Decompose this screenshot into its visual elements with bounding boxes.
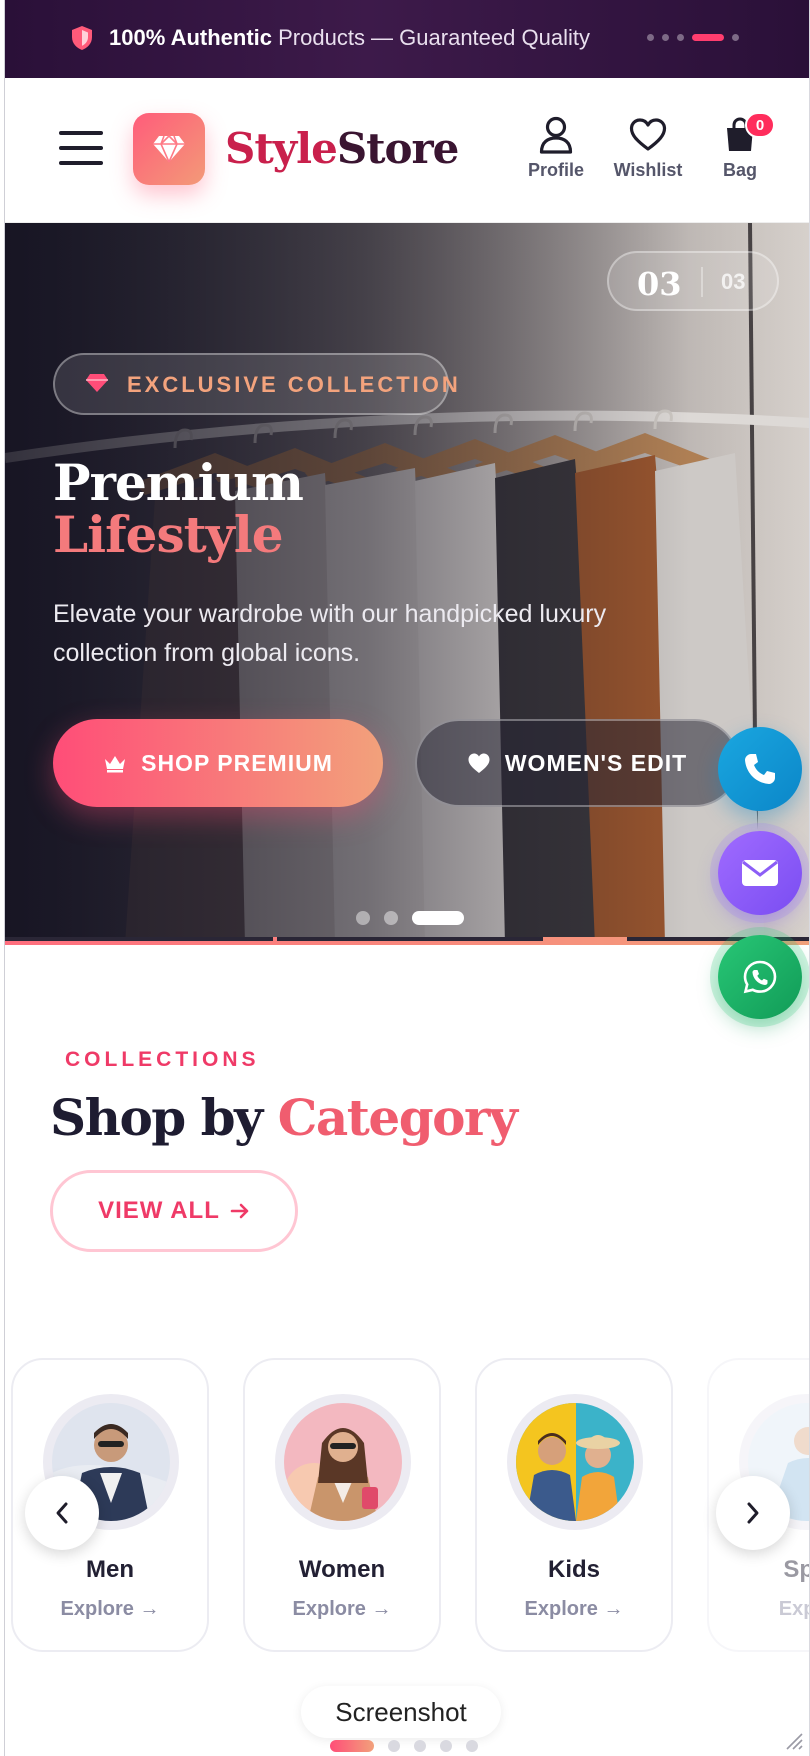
category-name: Kids bbox=[547, 1556, 600, 1583]
shop-premium-label: SHOP PREMIUM bbox=[141, 749, 333, 776]
view-all-label: VIEW ALL bbox=[98, 1197, 220, 1224]
category-explore-link[interactable]: Explore → bbox=[477, 1598, 671, 1621]
announcement-dot[interactable] bbox=[662, 34, 669, 41]
category-name: Spo bbox=[783, 1556, 809, 1583]
announcement-dot-active[interactable] bbox=[692, 34, 724, 41]
user-icon bbox=[539, 116, 573, 154]
wishlist-label: Wishlist bbox=[613, 160, 683, 180]
page-dot[interactable] bbox=[414, 1740, 426, 1752]
announcement-rest: Products — Guaranteed Quality bbox=[272, 25, 590, 50]
slide-counter-current: 03 bbox=[637, 265, 682, 303]
bag-label: Bag bbox=[722, 160, 757, 180]
profile-label: Profile bbox=[527, 160, 584, 180]
announcement-dot[interactable] bbox=[732, 34, 739, 41]
category-image-ring bbox=[275, 1394, 411, 1530]
whatsapp-icon bbox=[743, 960, 777, 994]
logo-mark[interactable] bbox=[133, 113, 205, 185]
phone-icon bbox=[745, 754, 775, 784]
category-card-kids[interactable]: Kids Explore → bbox=[475, 1358, 673, 1652]
carousel-next-button[interactable] bbox=[716, 1476, 790, 1550]
whatsapp-button[interactable] bbox=[718, 935, 802, 1019]
hero-carousel: 03 03 EXCLUSIVE COLLECTION Premium Lifes… bbox=[5, 223, 809, 945]
chevron-right-icon bbox=[747, 1502, 759, 1524]
category-image-kids bbox=[516, 1403, 634, 1521]
section-title-dark: Shop by bbox=[50, 1088, 278, 1147]
hero-title-line1: Premium bbox=[53, 453, 304, 512]
hero-overlay bbox=[5, 223, 809, 945]
email-button[interactable] bbox=[718, 831, 802, 915]
brand-name-part1: Style bbox=[225, 124, 338, 173]
category-image-ring bbox=[507, 1394, 643, 1530]
category-carousel: Men Explore → Women Explore → Kids Explo… bbox=[5, 1358, 809, 1652]
announcement-strong: 100% Authentic bbox=[109, 25, 273, 50]
bag-button[interactable]: Bag 0 bbox=[695, 112, 785, 184]
mail-icon bbox=[742, 860, 778, 886]
brand-name[interactable]: StyleStore bbox=[225, 124, 460, 173]
chevron-left-icon bbox=[56, 1502, 68, 1524]
page-dot[interactable] bbox=[440, 1740, 452, 1752]
bottom-page-dots bbox=[330, 1740, 478, 1752]
heart-icon bbox=[629, 118, 667, 151]
announcement-dot[interactable] bbox=[647, 34, 654, 41]
announcement-dot[interactable] bbox=[677, 34, 684, 41]
category-name: Men bbox=[86, 1556, 134, 1583]
category-explore-link[interactable]: Explore → bbox=[245, 1598, 439, 1621]
section-title: Shop by Category bbox=[50, 1088, 518, 1147]
announcement-bar: 100% Authentic Products — Guaranteed Qua… bbox=[5, 0, 809, 78]
bag-count-badge: 0 bbox=[745, 112, 775, 138]
call-button[interactable] bbox=[718, 727, 802, 811]
hero-title-line2: Lifestyle bbox=[53, 505, 284, 564]
heart-icon bbox=[468, 753, 490, 773]
view-all-button[interactable]: VIEW ALL bbox=[50, 1170, 298, 1252]
collections-eyebrow: COLLECTIONS bbox=[65, 1048, 260, 1071]
carousel-prev-button[interactable] bbox=[25, 1476, 99, 1550]
resize-grip-icon[interactable] bbox=[781, 1728, 803, 1750]
category-card-women[interactable]: Women Explore → bbox=[243, 1358, 441, 1652]
shield-icon bbox=[72, 26, 92, 50]
slide-counter: 03 03 bbox=[607, 251, 779, 311]
hero-dot[interactable] bbox=[384, 911, 398, 925]
profile-button[interactable]: Profile bbox=[511, 114, 601, 184]
hero-progress-bar bbox=[5, 937, 809, 945]
category-name: Women bbox=[298, 1556, 386, 1583]
hero-dot[interactable] bbox=[356, 911, 370, 925]
category-explore-link[interactable]: Explore → bbox=[13, 1598, 207, 1621]
screenshot-button[interactable]: Screenshot bbox=[301, 1686, 501, 1738]
wishlist-button[interactable]: Wishlist bbox=[603, 114, 693, 184]
page-frame: 100% Authentic Products — Guaranteed Qua… bbox=[5, 0, 810, 1756]
announcement-text: 100% Authentic Products — Guaranteed Qua… bbox=[109, 25, 590, 51]
hero-badge-label: EXCLUSIVE COLLECTION bbox=[127, 372, 461, 397]
brand-name-part2: Store bbox=[336, 124, 460, 173]
diamond-icon bbox=[153, 135, 185, 163]
womens-edit-label: WOMEN'S EDIT bbox=[504, 749, 688, 776]
hero-badge: EXCLUSIVE COLLECTION bbox=[53, 353, 458, 415]
hero-slide-dots bbox=[356, 911, 464, 925]
womens-edit-button[interactable]: WOMEN'S EDIT bbox=[415, 719, 739, 807]
arrow-right-icon bbox=[230, 1203, 249, 1219]
crown-icon bbox=[105, 756, 126, 773]
announcement-dots bbox=[647, 34, 739, 41]
shop-premium-button[interactable]: SHOP PREMIUM bbox=[53, 719, 383, 807]
menu-icon[interactable] bbox=[59, 131, 103, 165]
hero-dot-active[interactable] bbox=[412, 911, 464, 925]
site-header: StyleStore Profile Wishlist Bag 0 bbox=[5, 78, 809, 223]
category-image-women bbox=[284, 1403, 402, 1521]
diamond-icon bbox=[86, 374, 108, 392]
hero-subtitle: Elevate your wardrobe with our handpicke… bbox=[53, 600, 607, 667]
section-title-accent: Category bbox=[277, 1088, 518, 1147]
slide-counter-divider bbox=[701, 267, 703, 297]
page-dot-active[interactable] bbox=[330, 1740, 374, 1752]
slide-counter-total: 03 bbox=[721, 269, 746, 294]
category-explore-link[interactable]: Explo bbox=[709, 1598, 809, 1621]
page-dot[interactable] bbox=[388, 1740, 400, 1752]
page-dot[interactable] bbox=[466, 1740, 478, 1752]
